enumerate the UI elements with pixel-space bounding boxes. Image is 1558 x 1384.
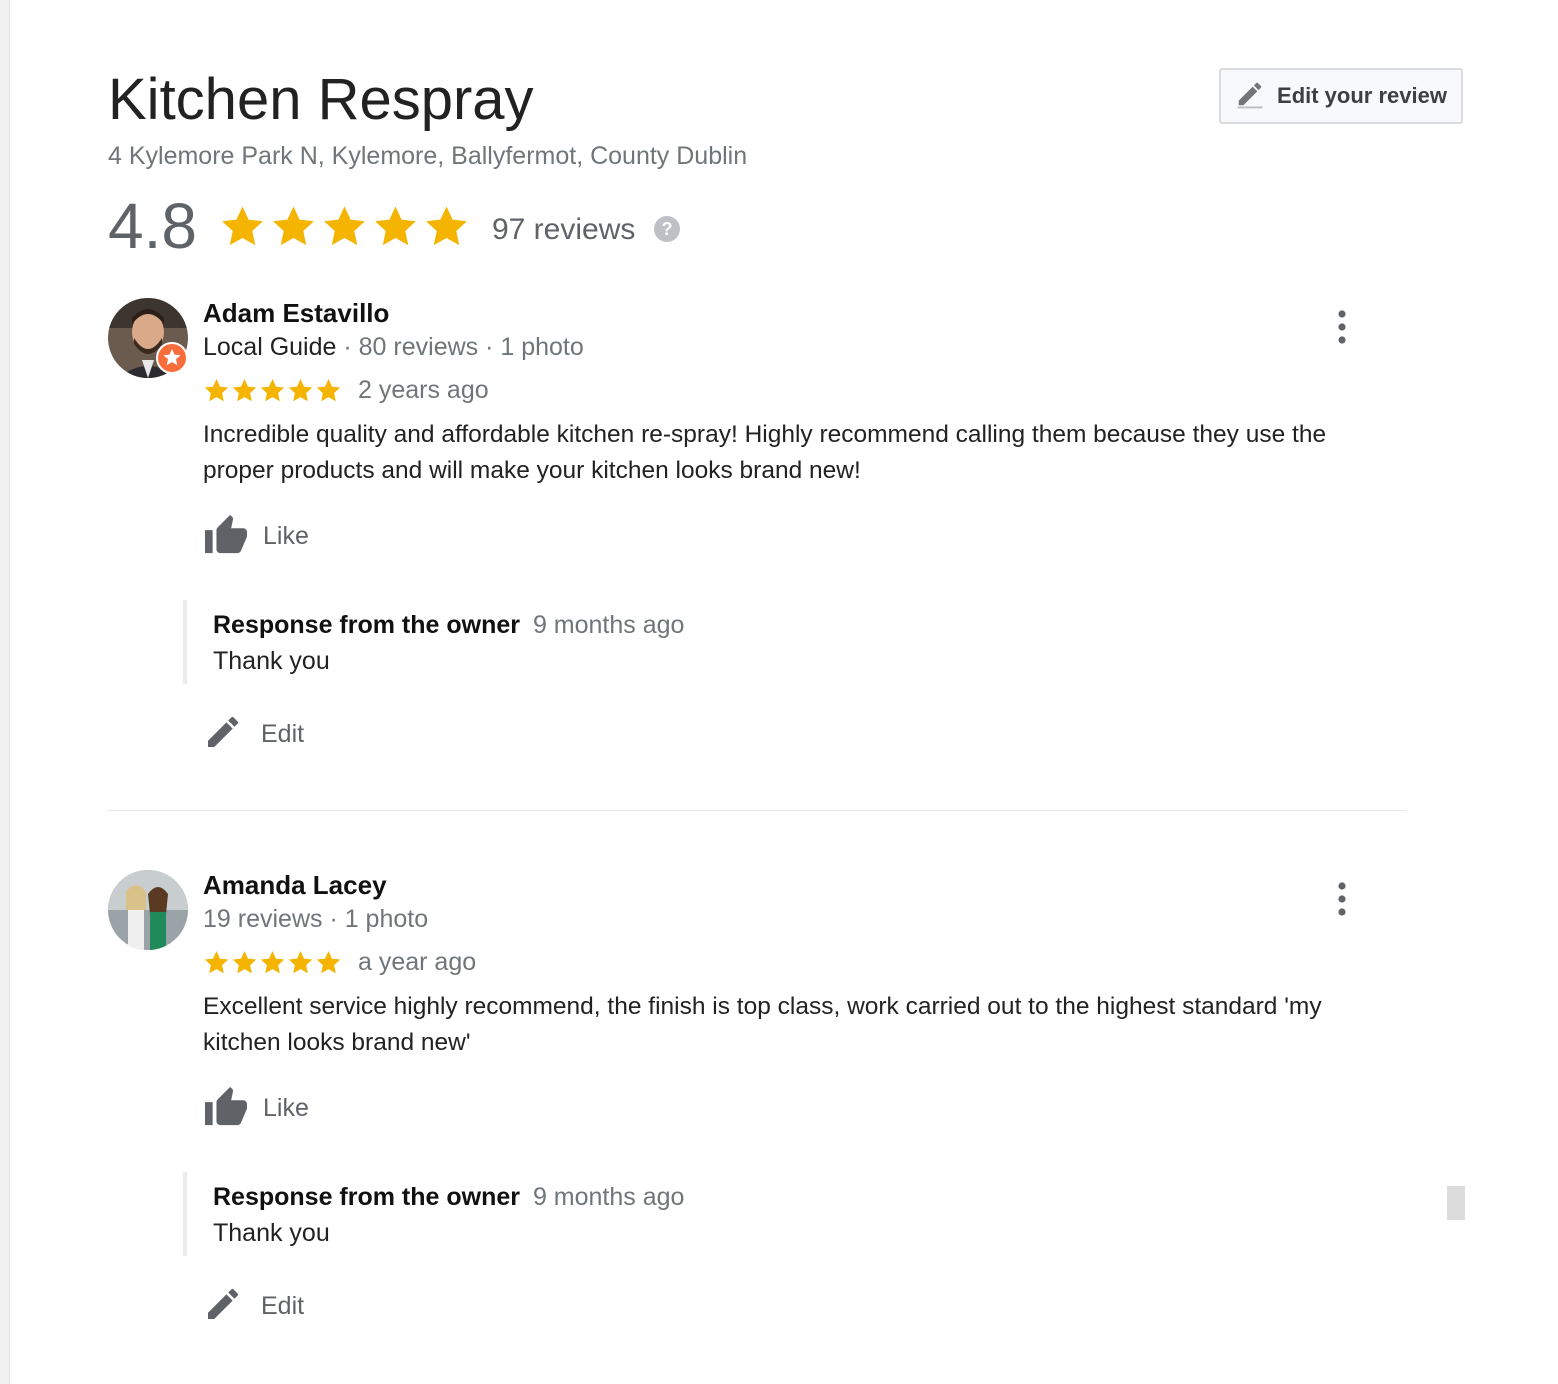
star-icon — [232, 951, 257, 974]
reviewer-meta: Local Guide · 80 reviews · 1 photo — [203, 332, 1413, 362]
scrollbar-thumb[interactable] — [1447, 1186, 1465, 1220]
star-icon — [204, 951, 229, 974]
star-icon — [222, 206, 263, 245]
edit-response-button[interactable]: Edit — [203, 712, 1413, 757]
star-icon — [375, 206, 416, 245]
place-header: Kitchen Respray 4 Kylemore Park N, Kylem… — [108, 66, 747, 171]
star-icon — [324, 206, 365, 245]
owner-response-time: 9 months ago — [532, 1183, 685, 1211]
owner-response: Response from the owner 9 months ago Tha… — [183, 1172, 1413, 1256]
local-guide-label: Local Guide — [203, 333, 337, 361]
star-icon — [260, 951, 285, 974]
like-button[interactable]: Like — [203, 1085, 1413, 1132]
owner-response-text: Thank you — [213, 1219, 330, 1247]
help-icon[interactable]: ? — [653, 215, 681, 248]
like-label: Like — [263, 1094, 309, 1122]
owner-response-time: 9 months ago — [532, 611, 685, 639]
place-title: Kitchen Respray — [108, 67, 534, 132]
review-stars — [203, 949, 342, 976]
star-icon — [204, 379, 229, 402]
star-icon — [316, 379, 341, 402]
pencil-icon — [1235, 79, 1265, 114]
star-icon — [426, 206, 467, 245]
reviewer-stats: · 80 reviews · 1 photo — [336, 333, 584, 361]
reviewer-name[interactable]: Adam Estavillo — [203, 298, 1413, 328]
left-panel-edge — [0, 0, 10, 1384]
owner-response-title: Response from the owner — [213, 1183, 520, 1211]
edit-your-review-button[interactable]: Edit your review — [1219, 68, 1463, 124]
review-text: Incredible quality and affordable kitche… — [203, 421, 1327, 484]
edit-your-review-label: Edit your review — [1277, 83, 1447, 108]
star-icon — [288, 951, 313, 974]
edit-label: Edit — [261, 1292, 305, 1320]
thumbs-up-icon — [203, 1085, 249, 1132]
edit-label: Edit — [261, 720, 305, 748]
reviewer-stats: 19 reviews · 1 photo — [203, 905, 429, 933]
thumbs-up-icon — [203, 513, 249, 560]
star-icon — [232, 379, 257, 402]
like-label: Like — [263, 522, 309, 550]
star-icon — [316, 951, 341, 974]
review-rating-line: a year ago — [203, 948, 1413, 977]
svg-text:?: ? — [662, 219, 673, 239]
edit-response-button[interactable]: Edit — [203, 1284, 1413, 1329]
review-count: 97 reviews — [491, 213, 636, 246]
rating-stars — [219, 203, 470, 250]
place-address: 4 Kylemore Park N, Kylemore, Ballyfermot… — [108, 142, 748, 170]
like-button[interactable]: Like — [203, 513, 1413, 560]
star-icon — [260, 379, 285, 402]
owner-response-header: Response from the owner 9 months ago — [213, 610, 1413, 640]
pencil-icon — [203, 712, 243, 757]
more-options-icon[interactable] — [1330, 880, 1354, 918]
review-text: Excellent service highly recommend, the … — [203, 993, 1322, 1056]
owner-response-header: Response from the owner 9 months ago — [213, 1182, 1413, 1212]
star-icon — [273, 206, 314, 245]
owner-response-text: Thank you — [213, 647, 330, 675]
review-time: a year ago — [358, 948, 477, 976]
avatar[interactable] — [108, 870, 188, 950]
review-divider — [108, 810, 1406, 811]
review-time: 2 years ago — [358, 376, 489, 404]
rating-summary: 4.8 97 reviews ? — [108, 190, 681, 262]
review-content: Adam Estavillo Local Guide · 80 reviews … — [183, 298, 1413, 757]
owner-response: Response from the owner 9 months ago Tha… — [183, 600, 1413, 684]
local-guide-badge-icon — [156, 342, 188, 379]
rating-value: 4.8 — [108, 190, 197, 262]
reviewer-name[interactable]: Amanda Lacey — [203, 870, 1413, 900]
more-options-icon[interactable] — [1330, 308, 1354, 346]
owner-response-title: Response from the owner — [213, 611, 520, 639]
pencil-icon — [203, 1284, 243, 1329]
star-icon — [288, 379, 313, 402]
review-content: Amanda Lacey 19 reviews · 1 photo a year… — [183, 870, 1413, 1329]
review-rating-line: 2 years ago — [203, 376, 1413, 405]
review-stars — [203, 377, 342, 404]
